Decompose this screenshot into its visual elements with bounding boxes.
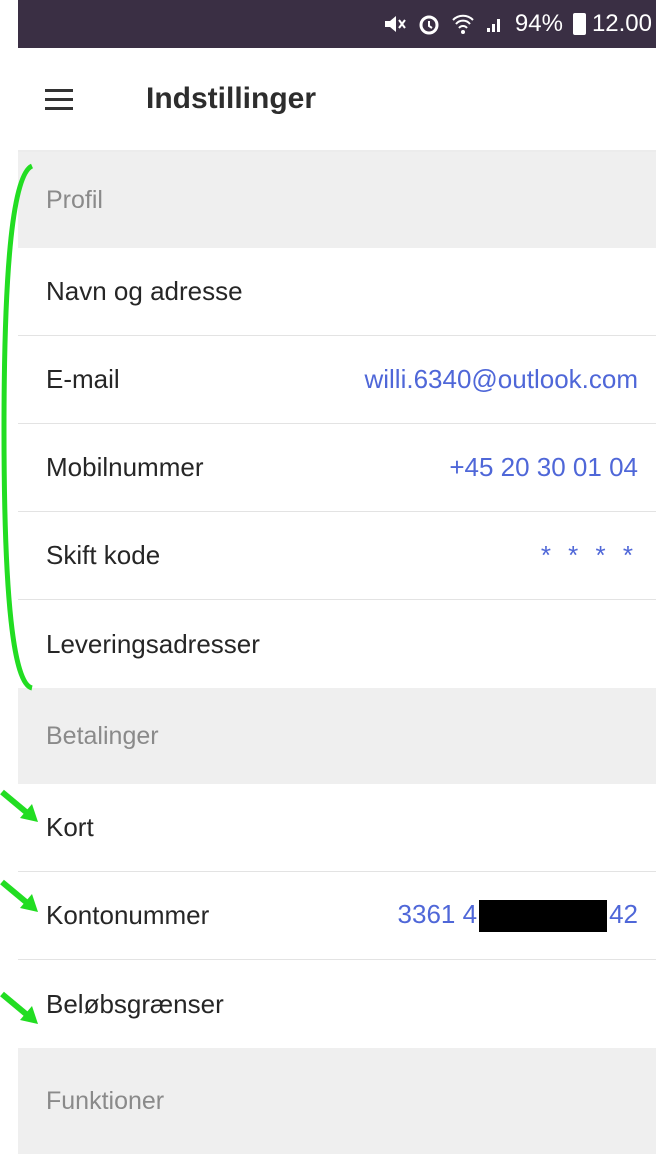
app-bar: Indstillinger — [18, 48, 656, 152]
settings-row-email[interactable]: E-mail willi.6340@outlook.com — [18, 336, 656, 424]
settings-row-change-code[interactable]: Skift kode * * * * — [18, 512, 656, 600]
signal-icon — [485, 14, 505, 34]
mute-icon — [383, 13, 407, 35]
settings-row-delivery-addresses[interactable]: Leveringsadresser — [18, 600, 656, 688]
redaction-bar — [479, 900, 608, 933]
hamburger-menu-icon[interactable] — [34, 74, 84, 124]
wifi-icon — [451, 13, 475, 35]
row-label: Leveringsadresser — [46, 628, 260, 659]
row-label: Navn og adresse — [46, 276, 243, 306]
email-value: willi.6340@outlook.com — [364, 364, 638, 394]
alarm-icon — [417, 12, 441, 36]
code-value: * * * * — [540, 540, 638, 570]
phone-screen: 94% 12.00 Indstillinger Profil Navn og a… — [18, 0, 656, 1159]
screenshot-frame: 94% 12.00 Indstillinger Profil Navn og a… — [0, 0, 656, 1159]
account-suffix: 42 — [609, 898, 638, 929]
row-label: Skift kode — [46, 540, 161, 570]
settings-row-name-address[interactable]: Navn og adresse — [18, 248, 656, 336]
row-label: Kontonummer — [46, 900, 210, 930]
row-label: Beløbsgrænser — [46, 988, 224, 1019]
settings-row-mobile[interactable]: Mobilnummer +45 20 30 01 04 — [18, 424, 656, 512]
battery-percent: 94% — [514, 10, 563, 37]
page-title: Indstillinger — [146, 82, 317, 115]
status-time: 12.00 — [591, 10, 652, 37]
mobile-value: +45 20 30 01 04 — [449, 452, 638, 482]
section-header-payments: Betalinger — [18, 688, 656, 784]
row-label: E-mail — [46, 364, 120, 394]
settings-row-account-number[interactable]: Kontonummer 3361 4 42 — [18, 872, 656, 960]
settings-row-card[interactable]: Kort — [18, 784, 656, 872]
row-label: Kort — [46, 812, 94, 842]
settings-row-amount-limits[interactable]: Beløbsgrænser — [18, 960, 656, 1048]
section-header-profile: Profil — [18, 152, 656, 248]
row-label: Mobilnummer — [46, 452, 204, 482]
battery-icon — [572, 13, 590, 35]
section-header-functions: Funktioner — [18, 1048, 656, 1154]
account-prefix: 3361 4 — [397, 898, 478, 929]
status-bar: 94% 12.00 — [18, 0, 656, 48]
account-number-value: 3361 4 42 — [397, 898, 638, 933]
